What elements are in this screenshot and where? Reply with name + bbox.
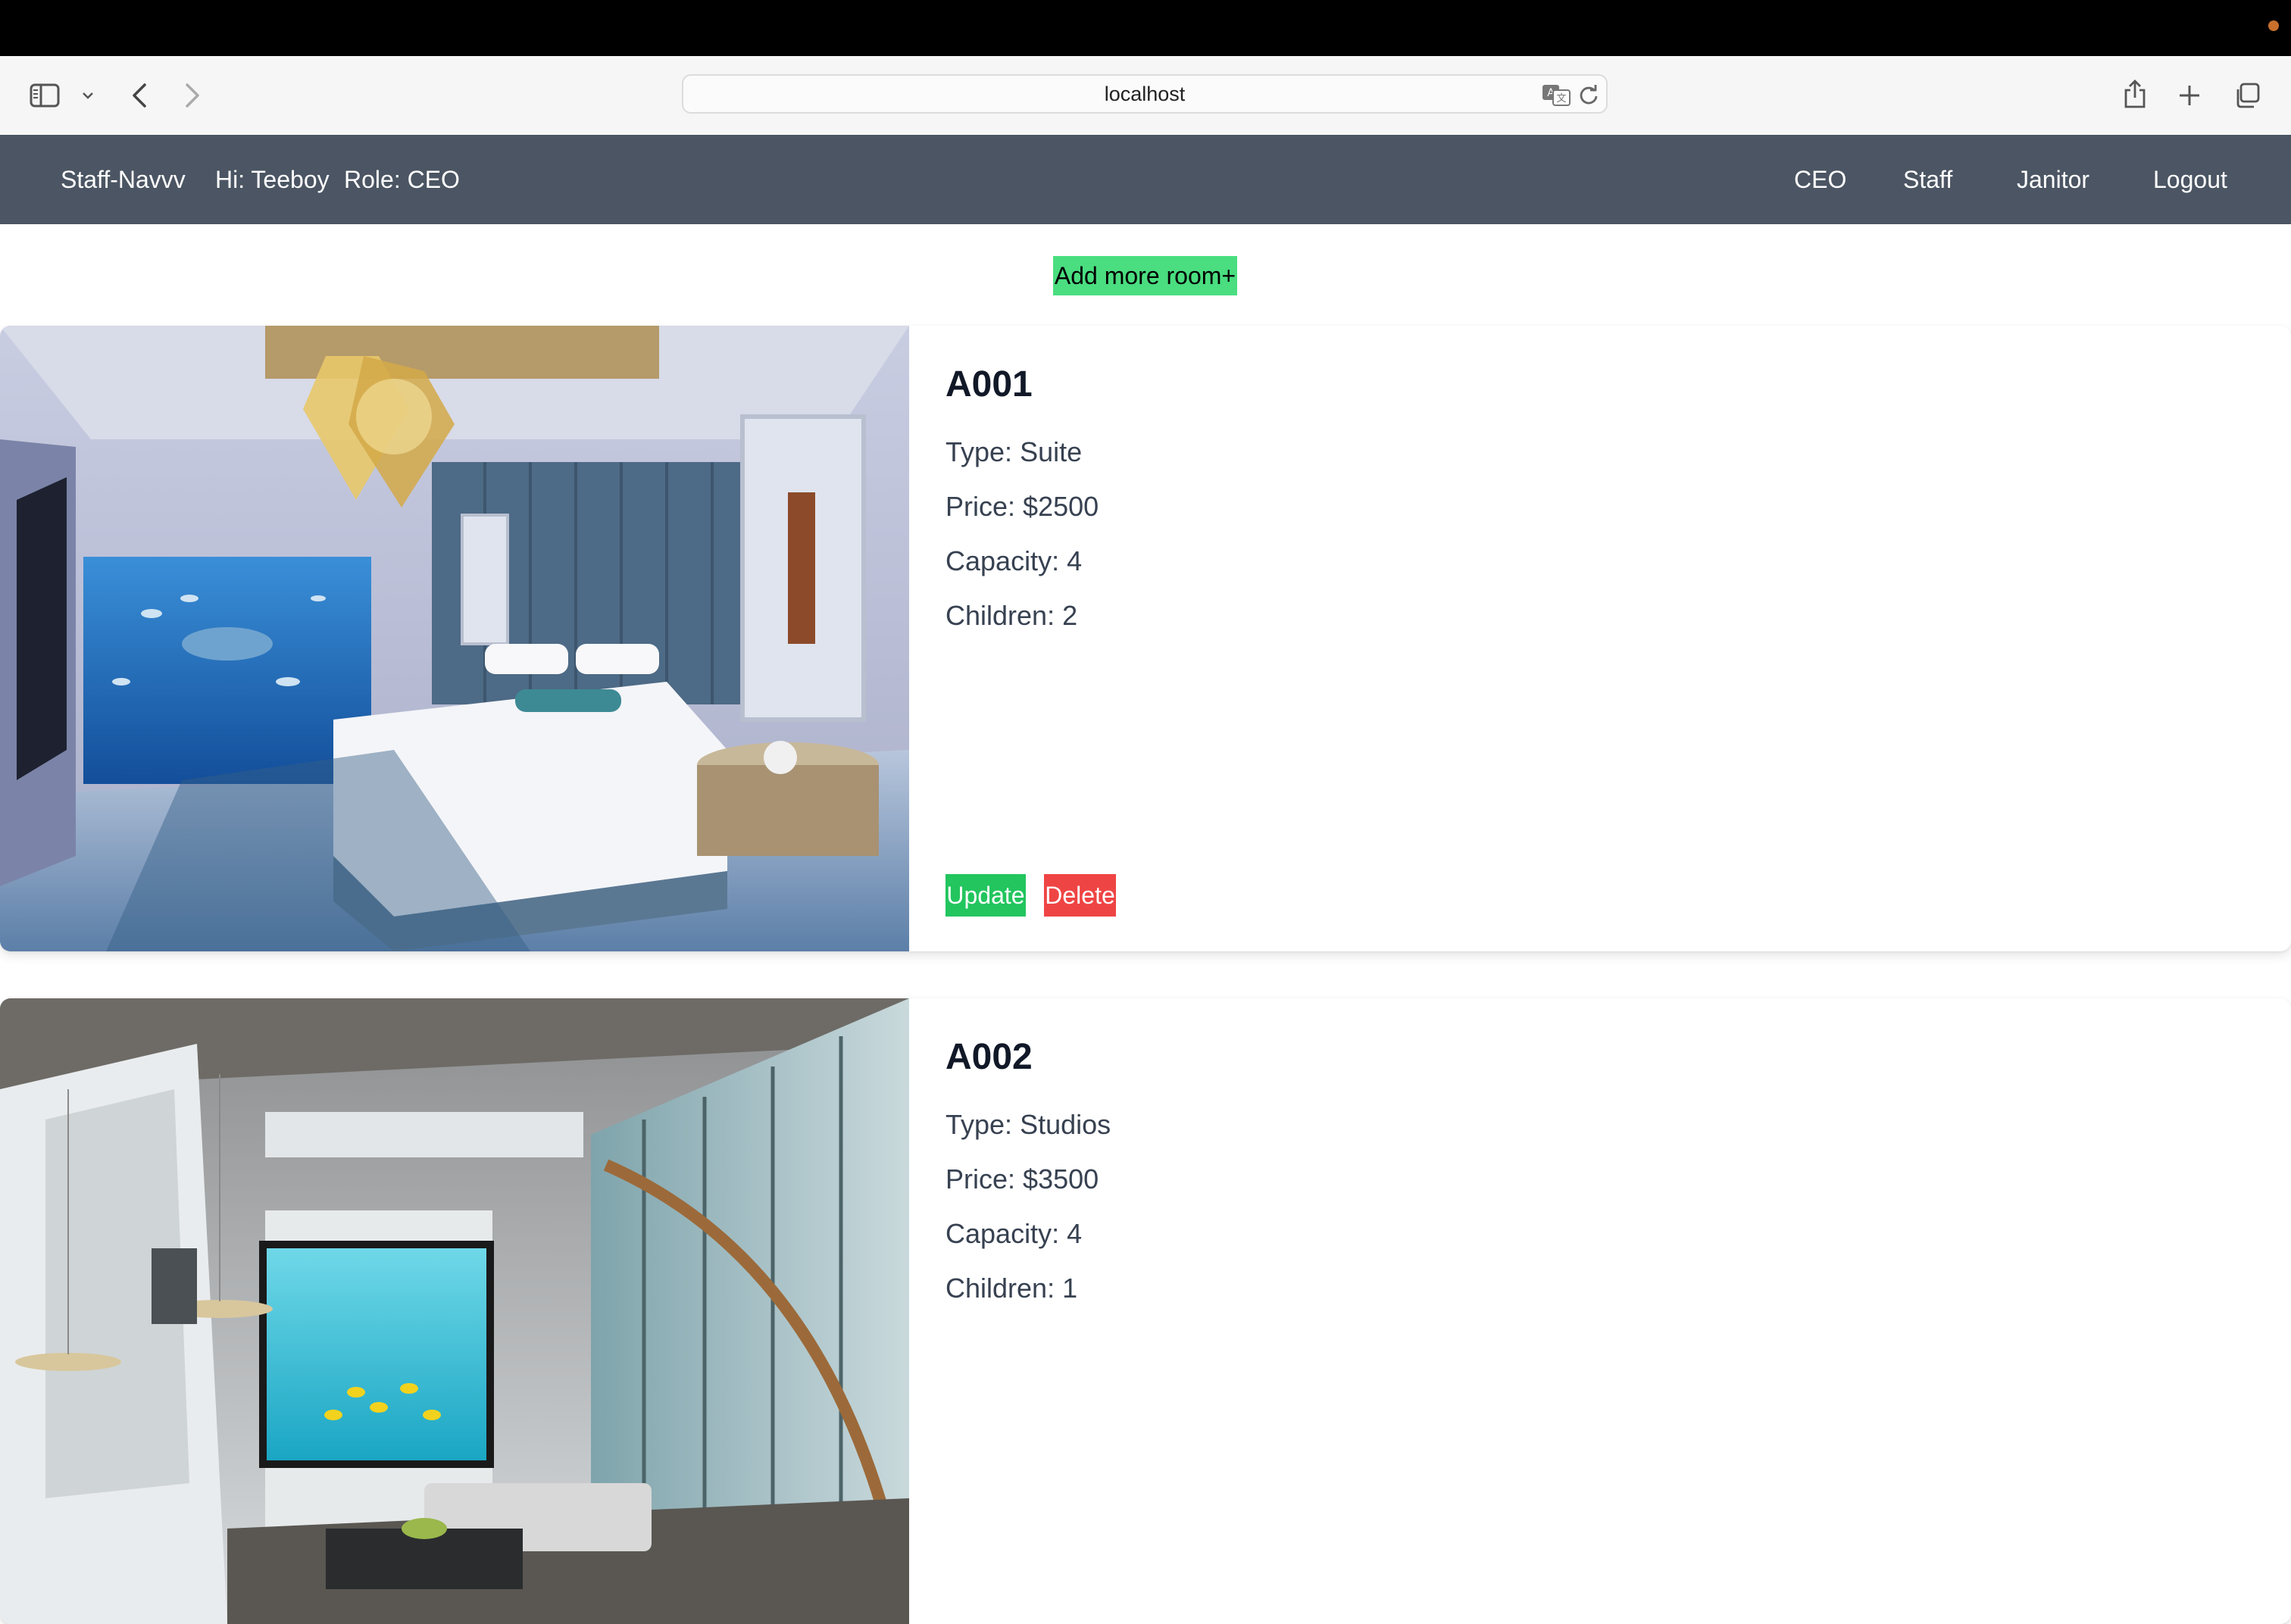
room-children-value: 2 xyxy=(1062,600,1078,631)
address-bar[interactable]: localhost A文 xyxy=(682,74,1608,114)
room-price: Price: $3500 xyxy=(945,1163,1099,1195)
room-type-value: Suite xyxy=(1020,436,1083,467)
room-price-value: $2500 xyxy=(1023,491,1099,522)
navbar-brand[interactable]: Staff-Navvv xyxy=(61,135,186,224)
address-bar-url: localhost xyxy=(1104,83,1186,105)
room-type-value: Studios xyxy=(1020,1109,1111,1140)
room-number: A002 xyxy=(945,1037,1033,1077)
room-price-label: Price: xyxy=(945,491,1016,522)
room-children-label: Children: xyxy=(945,600,1055,631)
new-tab-icon[interactable] xyxy=(2174,80,2205,111)
room-capacity-value: 4 xyxy=(1067,545,1083,576)
translate-icon[interactable]: A文 xyxy=(1541,82,1571,108)
forward-icon[interactable] xyxy=(179,79,206,112)
os-top-bar xyxy=(0,0,2291,56)
room-capacity: Capacity: 4 xyxy=(945,545,1082,577)
room-capacity: Capacity: 4 xyxy=(945,1218,1082,1250)
nav-link-logout[interactable]: Logout xyxy=(2153,135,2227,224)
nav-link-ceo[interactable]: CEO xyxy=(1794,135,1846,224)
tabs-overview-icon[interactable] xyxy=(2232,80,2262,111)
room-children-label: Children: xyxy=(945,1273,1055,1304)
room-price-label: Price: xyxy=(945,1163,1016,1195)
navbar-role: Role: CEO xyxy=(344,166,460,193)
room-children: Children: 2 xyxy=(945,600,1077,632)
room-card: A002 Type: Studios Price: $3500 Capacity… xyxy=(0,998,2291,1624)
nav-link-janitor[interactable]: Janitor xyxy=(2017,135,2089,224)
add-more-room-button[interactable]: Add more room+ xyxy=(1053,256,1237,295)
room-capacity-label: Capacity: xyxy=(945,1218,1060,1249)
navbar-greeting: Hi: Teeboy xyxy=(215,166,330,193)
room-photo xyxy=(0,326,909,951)
nav-link-staff[interactable]: Staff xyxy=(1903,135,1952,224)
room-type-label: Type: xyxy=(945,1109,1013,1140)
svg-text:文: 文 xyxy=(1556,93,1566,105)
chevron-down-icon[interactable] xyxy=(79,86,97,105)
room-price-value: $3500 xyxy=(1023,1163,1099,1195)
update-button[interactable]: Update xyxy=(945,874,1026,917)
status-indicator-dot xyxy=(2268,20,2279,31)
share-icon[interactable] xyxy=(2120,76,2150,112)
room-children: Children: 1 xyxy=(945,1273,1077,1304)
back-icon[interactable] xyxy=(126,79,153,112)
room-type: Type: Suite xyxy=(945,436,1082,468)
room-type-label: Type: xyxy=(945,436,1013,467)
reload-icon[interactable] xyxy=(1577,83,1600,106)
room-number: A001 xyxy=(945,364,1033,404)
room-children-value: 1 xyxy=(1062,1273,1078,1304)
room-price: Price: $2500 xyxy=(945,491,1099,523)
room-type: Type: Studios xyxy=(945,1109,1111,1141)
sidebar-icon[interactable] xyxy=(27,80,62,111)
room-capacity-label: Capacity: xyxy=(945,545,1060,576)
room-card: A001 Type: Suite Price: $2500 Capacity: … xyxy=(0,326,2291,951)
staff-navbar: Staff-Navvv Hi: Teeboy Role: CEO CEO Sta… xyxy=(0,135,2291,224)
room-capacity-value: 4 xyxy=(1067,1218,1083,1249)
room-photo xyxy=(0,998,909,1624)
browser-toolbar: localhost A文 xyxy=(0,56,2291,136)
delete-button[interactable]: Delete xyxy=(1044,874,1116,917)
